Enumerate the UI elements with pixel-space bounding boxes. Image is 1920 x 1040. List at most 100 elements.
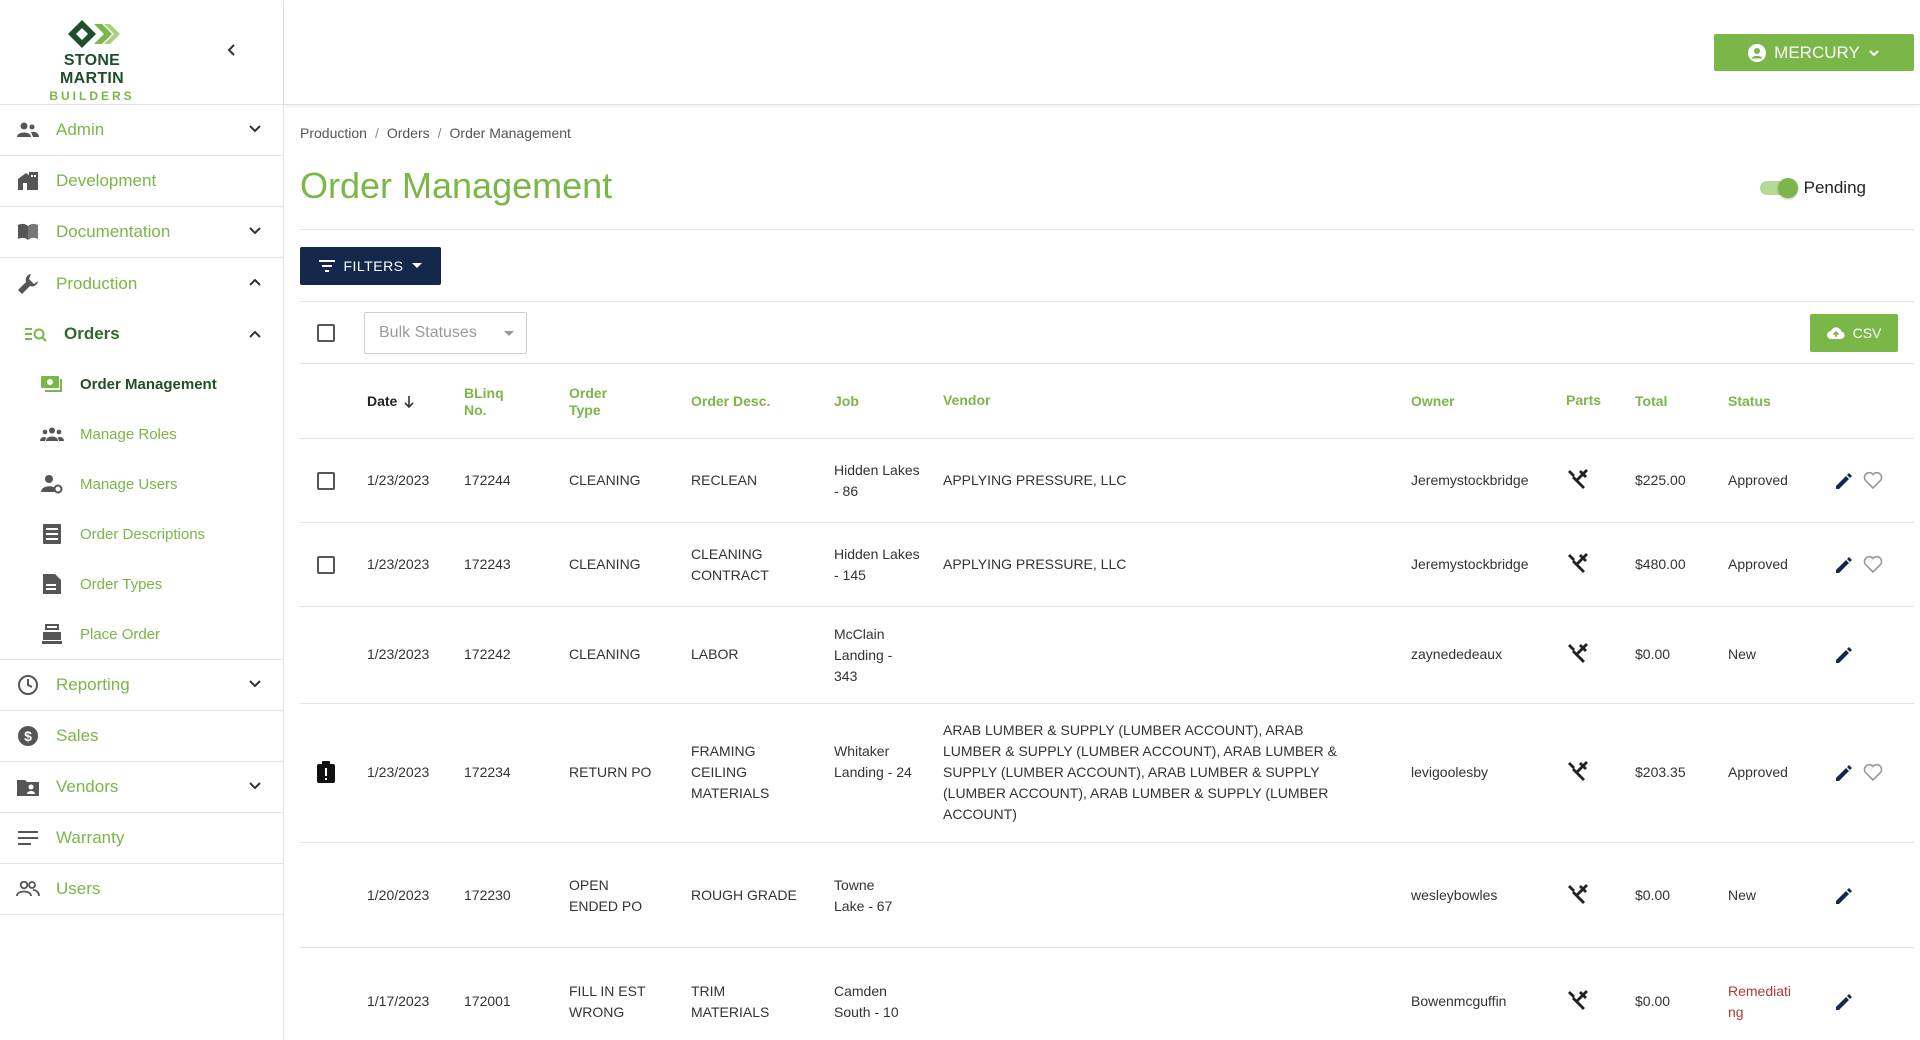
sidebar-item-manage-users[interactable]: Manage Users bbox=[0, 459, 283, 509]
page-title: Order Management bbox=[300, 165, 613, 206]
bulk-statuses-select[interactable]: Bulk Statuses bbox=[364, 312, 527, 354]
cell-blinq-no[interactable]: 172242 bbox=[464, 644, 511, 665]
edit-icon[interactable] bbox=[1834, 555, 1854, 575]
cell-blinq-no[interactable]: 172234 bbox=[464, 762, 511, 783]
tools-icon[interactable] bbox=[1567, 642, 1589, 664]
breadcrumb-order-management: Order Management bbox=[449, 125, 571, 141]
edit-icon[interactable] bbox=[1834, 645, 1854, 665]
col-header-job[interactable]: Job bbox=[834, 393, 859, 410]
cell-order-type: OPEN ENDED PO bbox=[569, 877, 643, 914]
dollar-icon: $ bbox=[16, 724, 40, 748]
table-row[interactable]: 1/23/2023 172242 CLEANING LABOR McClain … bbox=[300, 607, 1914, 704]
sidebar-item-orders[interactable]: Orders bbox=[0, 309, 283, 359]
sidebar-item-warranty[interactable]: Warranty bbox=[0, 813, 283, 864]
filters-button[interactable]: FILTERS bbox=[300, 247, 441, 285]
chevron-down-icon bbox=[1869, 49, 1879, 56]
sidebar-item-users[interactable]: Users bbox=[0, 864, 283, 915]
production-submenu: Orders Order Management Manage Roles Man… bbox=[0, 309, 283, 660]
table-row[interactable]: 1/23/2023 172243 CLEANING CLEANING CONTR… bbox=[300, 523, 1914, 607]
col-header-text: No. bbox=[464, 402, 487, 418]
sidebar-item-order-types[interactable]: Order Types bbox=[0, 559, 283, 609]
sidebar-item-documentation[interactable]: Documentation bbox=[0, 207, 283, 258]
chevron-down-icon bbox=[249, 782, 261, 790]
heart-outline-icon[interactable] bbox=[1863, 555, 1883, 573]
sidebar-item-order-descriptions[interactable]: Order Descriptions bbox=[0, 509, 283, 559]
pending-toggle[interactable]: Pending bbox=[1759, 178, 1866, 198]
cell-order-desc: LABOR bbox=[691, 646, 739, 662]
cell-date: 1/23/2023 bbox=[367, 646, 430, 662]
row-checkbox[interactable] bbox=[317, 472, 335, 490]
sidebar-item-sales[interactable]: $ Sales bbox=[0, 711, 283, 762]
cell-status: Remediating bbox=[1728, 983, 1792, 1020]
sidebar-item-label: Order Descriptions bbox=[80, 525, 206, 543]
col-header-date[interactable]: Date bbox=[367, 393, 415, 410]
col-header-text: BLinq bbox=[464, 385, 504, 401]
cell-owner: wesleybowles bbox=[1411, 887, 1498, 903]
sidebar-item-reporting[interactable]: Reporting bbox=[0, 660, 283, 711]
account-circle-icon bbox=[1748, 43, 1767, 62]
col-header-order-desc[interactable]: Order Desc. bbox=[691, 393, 770, 410]
sidebar-item-order-management[interactable]: Order Management bbox=[0, 359, 283, 409]
col-header-owner[interactable]: Owner bbox=[1411, 393, 1455, 410]
cell-total: $203.35 bbox=[1635, 764, 1686, 780]
col-header-order-type[interactable]: Order Type bbox=[569, 385, 607, 419]
table-row[interactable]: 1/20/2023 172230 OPEN ENDED PO ROUGH GRA… bbox=[300, 843, 1914, 948]
heart-outline-icon[interactable] bbox=[1863, 763, 1883, 781]
cell-order-desc: ROUGH GRADE bbox=[691, 887, 797, 903]
col-header-status[interactable]: Status bbox=[1728, 393, 1771, 410]
company-logo[interactable]: STONE MARTIN BUILDERS bbox=[30, 18, 154, 103]
chevron-up-icon bbox=[249, 330, 261, 338]
row-checkbox[interactable] bbox=[317, 556, 335, 574]
select-all-checkbox[interactable] bbox=[317, 324, 335, 342]
user-menu-button[interactable]: MERCURY bbox=[1714, 34, 1914, 71]
col-header-vendor[interactable]: Vendor bbox=[943, 392, 990, 409]
caret-down-icon bbox=[411, 263, 422, 268]
edit-icon[interactable] bbox=[1834, 992, 1854, 1012]
edit-icon[interactable] bbox=[1834, 886, 1854, 906]
collapse-sidebar-button[interactable] bbox=[222, 40, 242, 60]
csv-export-button[interactable]: CSV bbox=[1810, 314, 1898, 352]
tools-icon[interactable] bbox=[1567, 468, 1589, 490]
cell-blinq-no[interactable]: 172243 bbox=[464, 554, 511, 575]
tools-icon[interactable] bbox=[1567, 883, 1589, 905]
cell-job: Camden South - 10 bbox=[834, 983, 899, 1020]
cell-order-type: RETURN PO bbox=[569, 764, 652, 780]
sidebar-item-label: Manage Roles bbox=[80, 425, 177, 443]
cash-register-icon bbox=[40, 624, 64, 644]
cell-job: McClain Landing - 343 bbox=[834, 626, 893, 684]
cell-blinq-no[interactable]: 172230 bbox=[464, 885, 511, 906]
table-row[interactable]: 1/23/2023 172234 RETURN PO FRAMING CEILI… bbox=[300, 704, 1914, 843]
breadcrumb-separator: / bbox=[437, 125, 442, 141]
sidebar-item-vendors[interactable]: Vendors bbox=[0, 762, 283, 813]
edit-icon[interactable] bbox=[1834, 471, 1854, 491]
table-row[interactable]: 1/17/2023 172001 FILL IN EST WRONG TRIM … bbox=[300, 948, 1914, 1040]
breadcrumb-orders[interactable]: Orders bbox=[387, 125, 430, 141]
tools-icon[interactable] bbox=[1567, 989, 1589, 1011]
sidebar-item-development[interactable]: Development bbox=[0, 156, 283, 207]
cell-status: Approved bbox=[1728, 556, 1788, 572]
sidebar-item-place-order[interactable]: Place Order bbox=[0, 609, 283, 659]
sidebar-item-manage-roles[interactable]: Manage Roles bbox=[0, 409, 283, 459]
cell-date: 1/20/2023 bbox=[367, 887, 430, 903]
col-header-total[interactable]: Total bbox=[1635, 393, 1667, 410]
cell-blinq-no[interactable]: 172244 bbox=[464, 470, 511, 491]
sidebar-item-production[interactable]: Production bbox=[0, 258, 283, 309]
sidebar-item-admin[interactable]: Admin bbox=[0, 105, 283, 156]
breadcrumb: Production / Orders / Order Management bbox=[300, 125, 571, 141]
heart-outline-icon[interactable] bbox=[1863, 471, 1883, 489]
cell-total: $0.00 bbox=[1635, 646, 1671, 662]
breadcrumb-production[interactable]: Production bbox=[300, 125, 367, 141]
col-header-blinq-no[interactable]: BLinq No. bbox=[464, 385, 504, 419]
cell-total: $480.00 bbox=[1635, 556, 1686, 572]
search-list-icon bbox=[24, 326, 48, 342]
edit-icon[interactable] bbox=[1834, 763, 1854, 783]
folder-account-icon bbox=[16, 775, 40, 799]
tools-icon[interactable] bbox=[1567, 760, 1589, 782]
breadcrumb-separator: / bbox=[374, 125, 379, 141]
table-row[interactable]: 1/23/2023 172244 CLEANING RECLEAN Hidden… bbox=[300, 439, 1914, 523]
group-icon bbox=[40, 427, 64, 441]
cell-blinq-no[interactable]: 172001 bbox=[464, 991, 511, 1012]
tools-icon[interactable] bbox=[1567, 552, 1589, 574]
logo-area: STONE MARTIN BUILDERS bbox=[0, 0, 283, 105]
csv-label: CSV bbox=[1852, 325, 1882, 341]
